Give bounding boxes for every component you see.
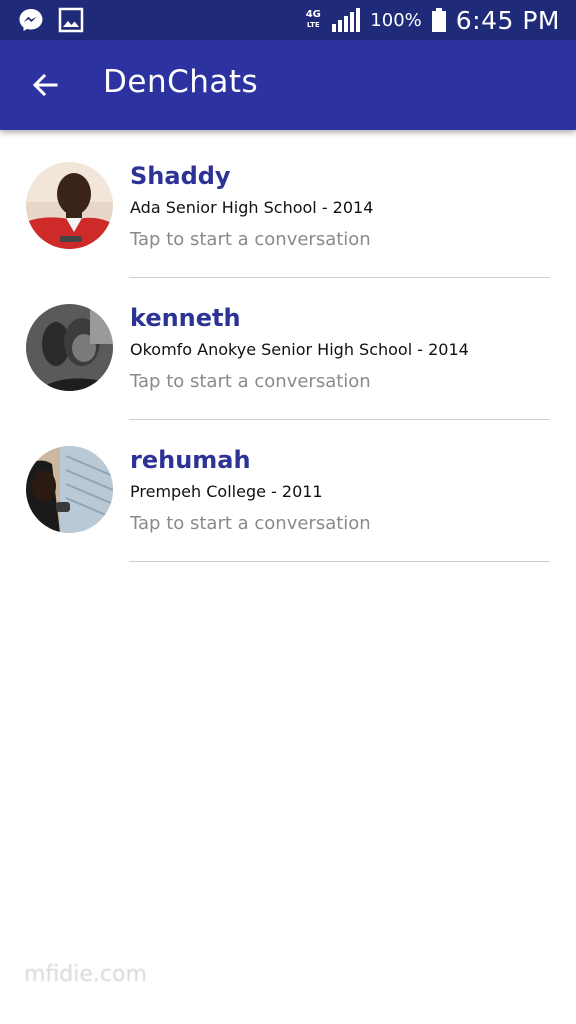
status-bar: 4G LTE 100% 6:45 PM <box>0 0 576 40</box>
app-title: DenChats <box>103 64 259 100</box>
contact-name: rehumah <box>130 446 251 474</box>
chat-list: Shaddy Ada Senior High School - 2014 Tap… <box>0 130 576 562</box>
chat-list-item[interactable]: rehumah Prempeh College - 2011 Tap to st… <box>0 414 576 562</box>
divider <box>129 561 550 562</box>
signal-strength-icon <box>332 8 361 32</box>
status-notification-icons <box>18 7 84 33</box>
battery-percent: 100% <box>370 9 422 31</box>
avatar <box>26 446 113 533</box>
contact-school: Ada Senior High School - 2014 <box>130 198 374 217</box>
network-type-bottom: LTE <box>306 21 320 29</box>
contact-name: Shaddy <box>130 162 231 190</box>
network-type: 4G LTE <box>304 10 322 30</box>
conversation-hint: Tap to start a conversation <box>130 371 371 392</box>
gallery-icon <box>58 7 84 33</box>
chat-list-item[interactable]: kenneth Okomfo Anokye Senior High School… <box>0 272 576 420</box>
status-clock: 6:45 PM <box>455 5 560 35</box>
contact-school: Okomfo Anokye Senior High School - 2014 <box>130 340 469 359</box>
back-button[interactable] <box>22 62 68 108</box>
conversation-hint: Tap to start a conversation <box>130 513 371 534</box>
battery-icon <box>431 8 446 32</box>
arrow-left-icon <box>32 73 58 97</box>
conversation-hint: Tap to start a conversation <box>130 229 371 250</box>
watermark: mfidie.com <box>24 962 147 987</box>
avatar <box>26 304 113 391</box>
status-system-icons: 4G LTE 100% 6:45 PM <box>304 5 560 35</box>
contact-name: kenneth <box>130 304 241 332</box>
chat-list-item[interactable]: Shaddy Ada Senior High School - 2014 Tap… <box>0 130 576 278</box>
avatar <box>26 162 113 249</box>
network-type-top: 4G <box>305 9 321 20</box>
messenger-icon <box>18 7 44 33</box>
app-bar: DenChats <box>0 40 576 130</box>
contact-school: Prempeh College - 2011 <box>130 482 323 501</box>
